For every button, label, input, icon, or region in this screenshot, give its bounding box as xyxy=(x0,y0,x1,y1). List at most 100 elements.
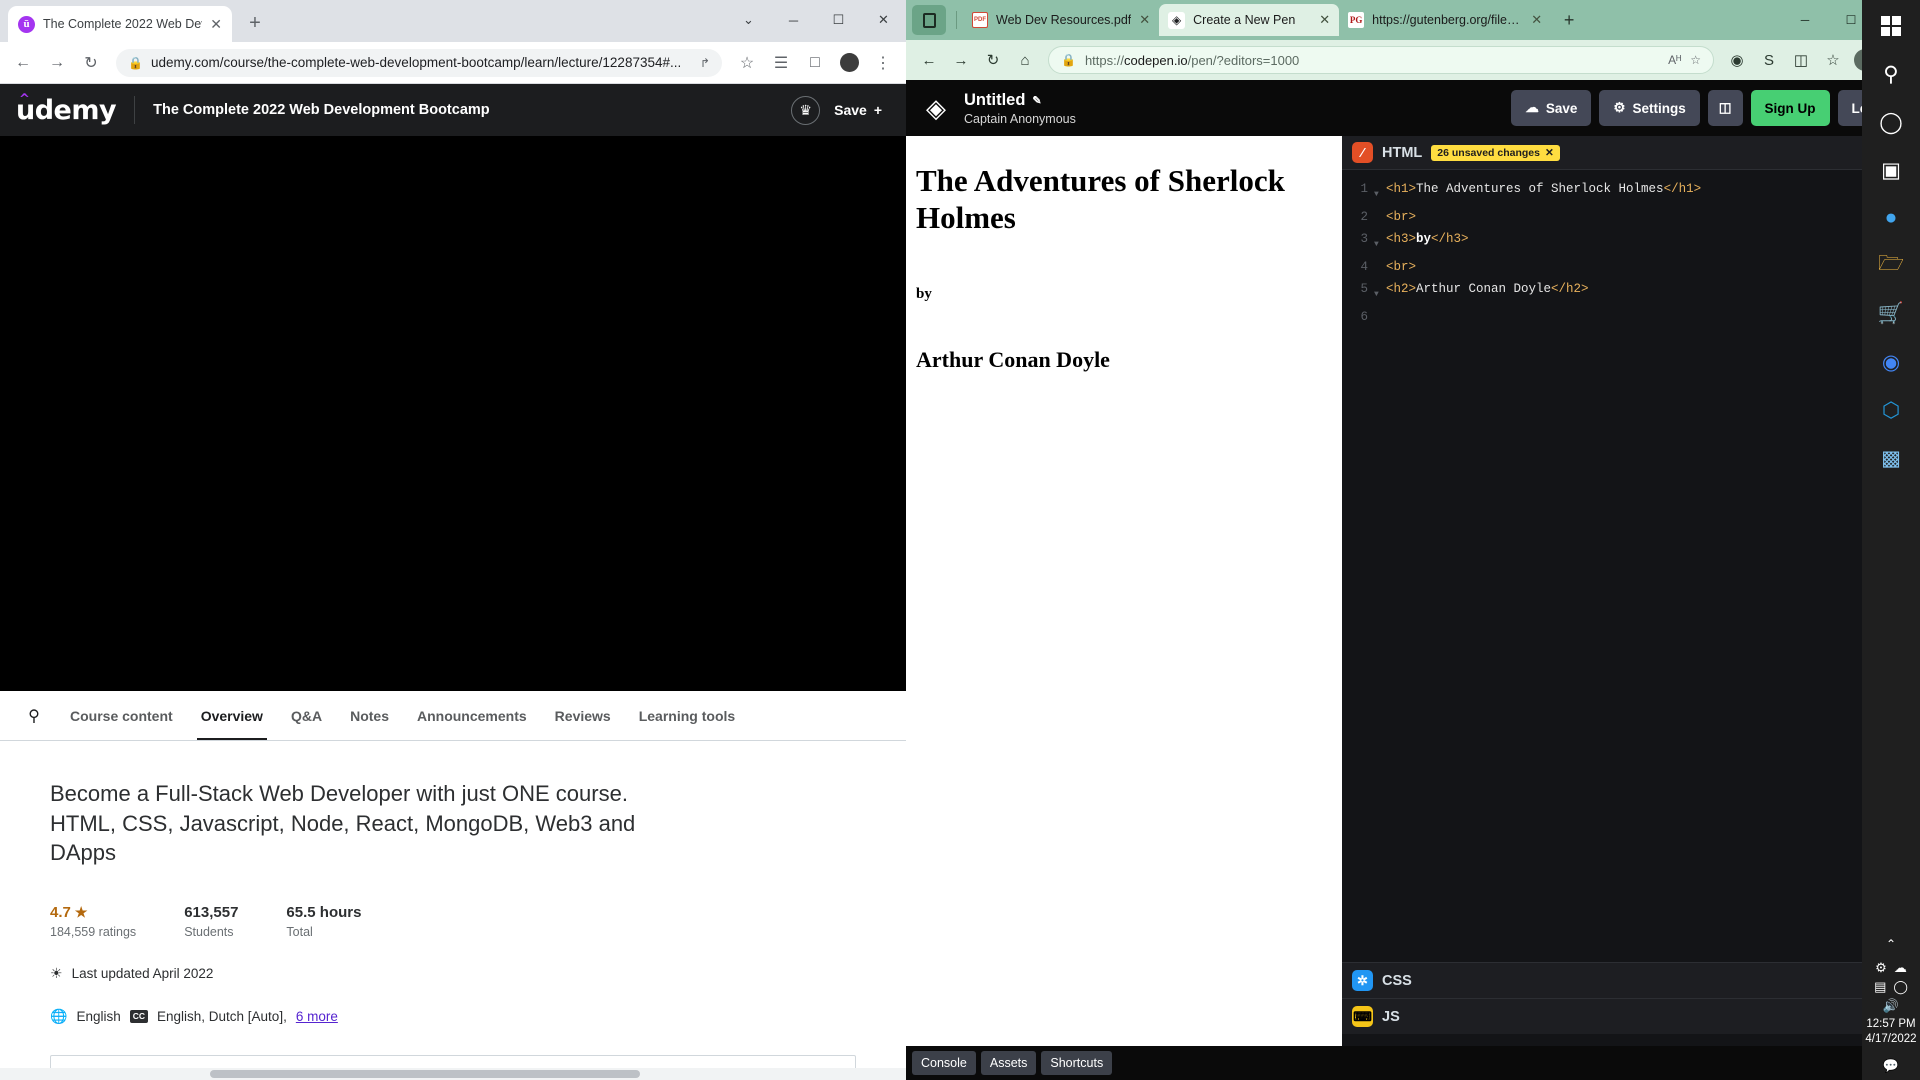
search-icon[interactable]: ⚲ xyxy=(12,706,56,726)
collections-icon[interactable]: ☆ xyxy=(1818,45,1848,75)
edge-icon[interactable]: ● xyxy=(1869,196,1913,240)
shortcuts-button[interactable]: Shortcuts xyxy=(1041,1051,1113,1075)
reading-list-icon[interactable]: ☰ xyxy=(766,48,796,78)
trophy-icon[interactable]: ♛ xyxy=(791,95,821,125)
fold-arrow-icon[interactable]: ▼ xyxy=(1374,178,1386,206)
fold-arrow-icon[interactable]: ▼ xyxy=(1374,278,1386,306)
volume-icon[interactable]: 🔊 xyxy=(1883,998,1899,1014)
widgets-icon[interactable]: ▣ xyxy=(1869,148,1913,192)
tab-notes[interactable]: Notes xyxy=(336,692,403,740)
close-icon[interactable]: ✕ xyxy=(1139,12,1150,28)
preview-pane[interactable]: The Adventures of Sherlock Holmes by Art… xyxy=(906,136,1342,1080)
code-token: The Adventures of Sherlock Holmes xyxy=(1416,182,1664,196)
address-bar[interactable]: 🔒 https://codepen.io/pen/?editors=1000 A… xyxy=(1048,46,1714,74)
pen-title-row[interactable]: Untitled ✎ xyxy=(964,91,1076,110)
shopping-icon[interactable]: S xyxy=(1754,45,1784,75)
code-line[interactable]: 1 ▼ <h1>The Adventures of Sherlock Holmes<… xyxy=(1342,178,1920,206)
edge-tab-gutenberg[interactable]: PG https://gutenberg.org/files/166 ✕ xyxy=(1339,4,1551,36)
codepen-status-bar: Console Assets Shortcuts xyxy=(906,1046,1920,1080)
save-button[interactable]: Save + xyxy=(834,102,890,118)
reload-icon[interactable]: ↻ xyxy=(978,45,1008,75)
pencil-icon[interactable]: ✎ xyxy=(1032,94,1041,107)
reload-icon[interactable]: ↻ xyxy=(76,48,106,78)
share-icon[interactable]: ↱ xyxy=(700,56,710,70)
edge-tab-pdf[interactable]: PDF Web Dev Resources.pdf ✕ xyxy=(963,4,1159,36)
chrome-tab-udemy[interactable]: ū The Complete 2022 Web Develop ✕ xyxy=(8,6,232,42)
vscode-icon[interactable]: ⬡ xyxy=(1869,388,1913,432)
address-bar[interactable]: 🔒 udemy.com/course/the-complete-web-deve… xyxy=(116,48,722,77)
close-icon[interactable]: ✕ xyxy=(210,16,222,33)
minimize-button[interactable]: ─ xyxy=(771,0,816,40)
start-button[interactable] xyxy=(1869,4,1913,48)
code-line[interactable]: 6 xyxy=(1342,306,1920,328)
close-icon[interactable]: ✕ xyxy=(1319,12,1330,28)
search-icon[interactable]: ⚲ xyxy=(1869,52,1913,96)
layout-button[interactable]: ◫ xyxy=(1707,90,1743,126)
new-tab-button[interactable]: + xyxy=(242,10,268,36)
back-icon[interactable]: ← xyxy=(8,48,38,78)
maximize-button[interactable]: ☐ xyxy=(816,0,861,40)
tab-reviews[interactable]: Reviews xyxy=(541,692,625,740)
side-panel-icon[interactable]: □ xyxy=(800,48,830,78)
chrome-menu-icon[interactable]: ⋮ xyxy=(868,48,898,78)
js-editor-header[interactable]: ⌨ JS ⚙ ▾ xyxy=(1342,998,1920,1034)
file-explorer-icon[interactable]: 🗁 xyxy=(1869,244,1913,288)
assets-button[interactable]: Assets xyxy=(980,1051,1037,1075)
network-icon[interactable]: ◯ xyxy=(1893,979,1908,995)
html-code-editor[interactable]: 1 ▼ <h1>The Adventures of Sherlock Holmes<… xyxy=(1342,170,1920,1080)
read-aloud-icon[interactable]: Aᴴ xyxy=(1668,53,1681,67)
code-line[interactable]: 4 <br> xyxy=(1342,256,1920,278)
forward-icon[interactable]: → xyxy=(42,48,72,78)
signup-button[interactable]: Sign Up xyxy=(1750,90,1830,126)
unsaved-changes-badge[interactable]: 26 unsaved changes ✕ xyxy=(1431,144,1560,161)
bookmark-star-icon[interactable]: ☆ xyxy=(732,48,762,78)
udemy-logo[interactable]: ^ udemy xyxy=(16,92,117,126)
close-button[interactable]: ✕ xyxy=(861,0,906,40)
video-player[interactable] xyxy=(0,136,906,691)
app-extra-icon[interactable]: ▩ xyxy=(1869,436,1913,480)
fold-arrow-icon[interactable]: ▼ xyxy=(1374,228,1386,256)
close-icon[interactable]: ✕ xyxy=(1545,147,1554,159)
minimize-button[interactable]: ─ xyxy=(1782,0,1828,40)
new-tab-button[interactable]: + xyxy=(1555,6,1583,34)
back-icon[interactable]: ← xyxy=(914,45,944,75)
save-button[interactable]: ☁ Save xyxy=(1511,90,1592,126)
tab-search-icon[interactable]: ⌄ xyxy=(726,0,771,40)
camera-icon[interactable]: ▤ xyxy=(1874,979,1886,995)
cloud-icon[interactable]: ☁ xyxy=(1894,960,1907,976)
split-screen-icon[interactable]: ◫ xyxy=(1786,45,1816,75)
tab-qa[interactable]: Q&A xyxy=(277,692,336,740)
code-line[interactable]: 5 ▼ <h2>Arthur Conan Doyle</h2> xyxy=(1342,278,1920,306)
code-line[interactable]: 2 <br> xyxy=(1342,206,1920,228)
tab-announcements[interactable]: Announcements xyxy=(403,692,541,740)
horizontal-scrollbar[interactable] xyxy=(0,1068,906,1080)
notifications-icon[interactable]: 💬 xyxy=(1883,1058,1899,1074)
code-line[interactable]: 3 ▼ <h3>by</h3> xyxy=(1342,228,1920,256)
tab-learning-tools[interactable]: Learning tools xyxy=(625,692,749,740)
profile-avatar[interactable] xyxy=(834,48,864,78)
more-languages-link[interactable]: 6 more xyxy=(296,1009,338,1024)
favorite-star-icon[interactable]: ☆ xyxy=(1690,53,1701,67)
forward-icon[interactable]: → xyxy=(946,45,976,75)
star-icon: ★ xyxy=(74,904,88,921)
chevron-up-icon[interactable]: ⌃ xyxy=(1886,937,1896,951)
close-icon[interactable]: ✕ xyxy=(1531,12,1542,28)
tab-overview[interactable]: Overview xyxy=(187,692,277,740)
chrome-icon[interactable]: ◉ xyxy=(1869,340,1913,384)
codepen-logo[interactable]: ◈ xyxy=(920,92,952,124)
overview-panel: Become a Full-Stack Web Developer with j… xyxy=(0,741,906,1080)
scrollbar-thumb[interactable] xyxy=(210,1070,640,1078)
home-icon[interactable]: ⌂ xyxy=(1010,45,1040,75)
css-editor-header[interactable]: ✲ CSS ⚙ ▾ xyxy=(1342,962,1920,998)
browser-essentials-icon[interactable]: ◉ xyxy=(1722,45,1752,75)
settings-button[interactable]: ⚙ Settings xyxy=(1599,90,1700,126)
console-button[interactable]: Console xyxy=(912,1051,976,1075)
clock[interactable]: 12:57 PM 4/17/2022 xyxy=(1865,1017,1916,1047)
tab-switcher-icon[interactable] xyxy=(912,5,946,35)
bluetooth-icon[interactable]: ⚙ xyxy=(1875,960,1887,976)
task-view-icon[interactable]: ◯ xyxy=(1869,100,1913,144)
codepen-icon: ◈ xyxy=(1168,11,1186,29)
microsoft-store-icon[interactable]: 🛒 xyxy=(1869,292,1913,336)
edge-tab-codepen[interactable]: ◈ Create a New Pen ✕ xyxy=(1159,4,1340,36)
tab-course-content[interactable]: Course content xyxy=(56,692,187,740)
